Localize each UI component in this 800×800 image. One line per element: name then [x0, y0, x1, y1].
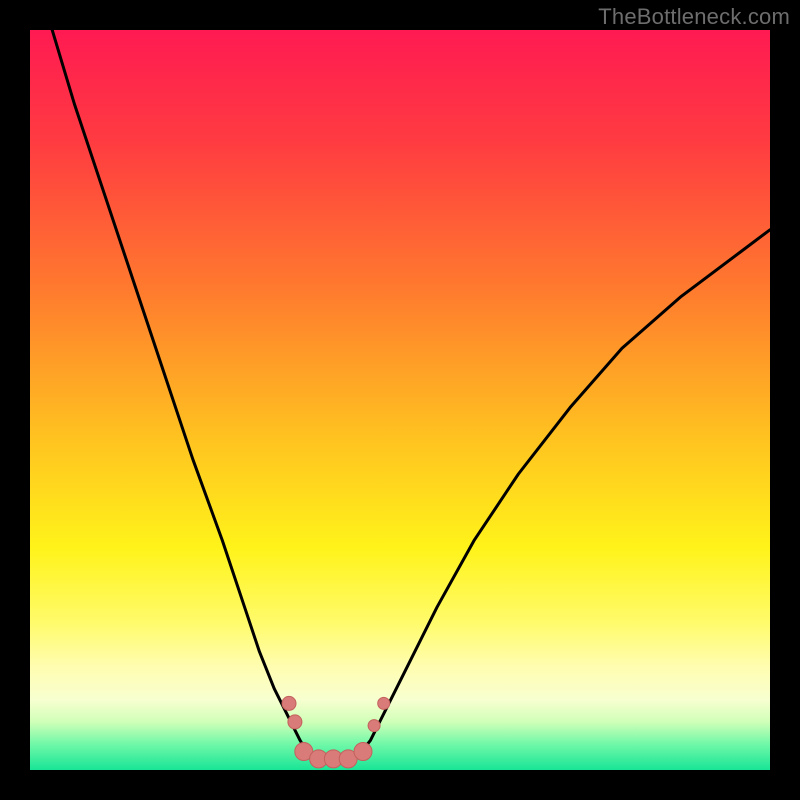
chart-frame: TheBottleneck.com [0, 0, 800, 800]
bottleneck-plot [30, 30, 770, 770]
marker-point [288, 715, 302, 729]
marker-point [354, 743, 372, 761]
watermark-text: TheBottleneck.com [598, 4, 790, 30]
plot-background [30, 30, 770, 770]
marker-point [282, 696, 296, 710]
marker-point [378, 697, 390, 709]
marker-point [368, 720, 380, 732]
